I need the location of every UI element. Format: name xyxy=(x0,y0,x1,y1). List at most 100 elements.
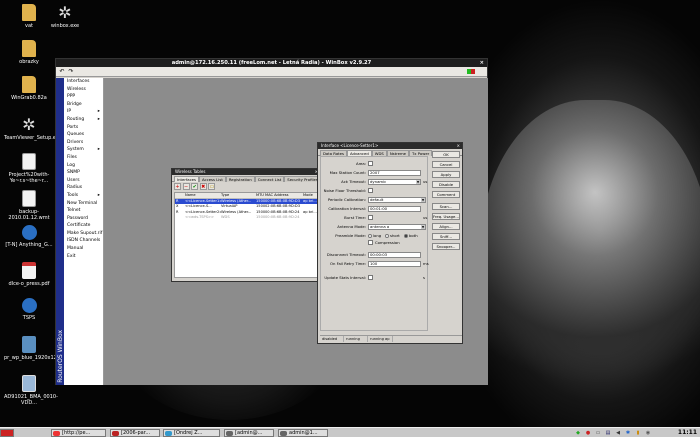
menu-item-exit[interactable]: Exit xyxy=(64,253,103,261)
desktop-icon[interactable]: WinGrab0.82a xyxy=(4,76,54,101)
menu-item-routing[interactable]: Routing ▸ xyxy=(64,116,103,124)
ok-button[interactable]: OK xyxy=(432,151,460,158)
comment-button[interactable]: Comment xyxy=(432,191,460,198)
winbox-menu: Interfaces Wireless PPP Bridge IP ▸ Routing ▸ Po… xyxy=(64,78,104,385)
tab-connect-list[interactable]: Connect List xyxy=(254,176,285,182)
start-menu-icon[interactable] xyxy=(0,429,14,437)
desktop-icon[interactable]: TSPS xyxy=(4,298,54,321)
disconnect-input[interactable]: 00:00:03 xyxy=(368,252,421,258)
menu-item-system[interactable]: System ▸ xyxy=(64,146,103,154)
tab-registration[interactable]: Registration xyxy=(225,176,255,182)
menu-item-snmp[interactable]: SNMP xyxy=(64,169,103,177)
update-stats-checkbox[interactable] xyxy=(368,275,373,280)
tab-access-list[interactable]: Access List xyxy=(198,176,226,182)
bluetooth-icon[interactable]: ✱ xyxy=(625,430,631,436)
on-fail-input[interactable]: 100 xyxy=(368,261,421,267)
desktop-icon[interactable]: [T-N] Anything_G... xyxy=(4,225,54,248)
chevron-down-icon[interactable]: ▼ xyxy=(421,198,425,202)
network-icon[interactable]: ◆ xyxy=(575,430,581,436)
disable-button[interactable]: ✖ xyxy=(199,183,207,190)
desktop-icon[interactable]: AD91021_BMA_0010-VDD... xyxy=(4,375,58,406)
menu-item-bridge[interactable]: Bridge xyxy=(64,101,103,109)
menu-item-telnet[interactable]: Telnet xyxy=(64,207,103,215)
tab-security-profiles[interactable]: Security Profiles xyxy=(284,176,321,182)
freq-usage-button[interactable]: Freq. Usage... xyxy=(432,213,460,220)
cal-interval-input[interactable]: 00:01:00 xyxy=(368,206,421,212)
menu-item-password[interactable]: Password xyxy=(64,215,103,223)
apply-button[interactable]: Apply xyxy=(432,171,460,178)
preamble-long-radio[interactable]: long xyxy=(368,233,381,239)
comment-button[interactable]: ▭ xyxy=(208,183,216,190)
flag-icon[interactable]: ▤ xyxy=(605,430,611,436)
align-button[interactable]: Align... xyxy=(432,223,460,230)
compression-checkbox[interactable] xyxy=(368,240,373,245)
app-icon xyxy=(21,298,37,313)
close-icon[interactable]: × xyxy=(480,59,484,67)
volume-icon[interactable]: ◀ xyxy=(615,430,621,436)
menu-item-make-supout-rif[interactable]: Make Supout.rif xyxy=(64,230,103,238)
periodic-cal-select[interactable]: default ▼ xyxy=(368,197,426,203)
disconnect-label: Disconnect Timeout: xyxy=(326,252,366,257)
max-station-input[interactable]: 2007 xyxy=(368,170,421,176)
menu-item-queues[interactable]: Queues xyxy=(64,131,103,139)
battery-icon[interactable]: ▮ xyxy=(635,430,641,436)
wireless-tables-title-bar[interactable]: Wireless Tables × xyxy=(172,169,320,175)
redo-icon[interactable]: ↷ xyxy=(67,68,75,75)
close-icon[interactable]: × xyxy=(457,143,460,149)
taskbar-task[interactable]: [http://pe... xyxy=(51,429,106,437)
taskbar-task[interactable]: [Ondrej Z... xyxy=(163,429,220,437)
antenna-mode-select[interactable]: antenna a ▼ xyxy=(368,224,426,230)
menu-item-certificate[interactable]: Certificate xyxy=(64,222,103,230)
desktop-icon[interactable]: Project%20with-Ye~r.s~the~r... xyxy=(4,153,54,184)
enable-button[interactable]: ✔ xyxy=(191,183,199,190)
chevron-down-icon[interactable]: ▼ xyxy=(421,225,425,229)
noise-floor-checkbox[interactable] xyxy=(368,188,373,193)
desktop-icon[interactable]: dlce-o_press.pdf xyxy=(4,262,54,287)
menu-item-drivers[interactable]: Drivers xyxy=(64,139,103,147)
sniff-button[interactable]: Sniff... xyxy=(432,233,460,240)
menu-item-ppp[interactable]: PPP xyxy=(64,93,103,101)
burst-time-checkbox[interactable] xyxy=(368,215,373,220)
desktop-icon[interactable]: obrazky xyxy=(4,40,54,65)
ack-timeout-select[interactable]: dynamic ▼ xyxy=(368,179,421,185)
area-checkbox[interactable] xyxy=(368,161,373,166)
taskbar-task[interactable]: [admin@... xyxy=(224,429,274,437)
table-row[interactable]: <<wds-TSPS>> WDS 1500 00:0B:6B:0B:9D:24 xyxy=(175,215,317,221)
preamble-short-radio[interactable]: short xyxy=(385,233,400,239)
menu-item-files[interactable]: Files xyxy=(64,154,103,162)
preamble-both-radio[interactable]: both xyxy=(404,233,418,239)
add-button[interactable]: + xyxy=(174,183,181,190)
menu-item-interfaces[interactable]: Interfaces xyxy=(64,78,103,86)
desktop-icon[interactable]: pr_wp_blue_1920x1200.jpg xyxy=(4,336,73,361)
power-icon[interactable]: ● xyxy=(585,430,591,436)
menu-item-wireless[interactable]: Wireless xyxy=(64,86,103,94)
remove-button[interactable]: − xyxy=(182,183,190,190)
monitor-icon[interactable]: ▭ xyxy=(595,430,601,436)
clock[interactable]: 11:11 xyxy=(678,429,697,437)
tab-interfaces[interactable]: Interfaces xyxy=(174,176,199,182)
taskbar-task[interactable]: [2006-par... xyxy=(110,429,160,437)
snooper-button[interactable]: Snooper... xyxy=(432,243,460,250)
chevron-down-icon[interactable]: ▼ xyxy=(416,180,420,184)
menu-item-tools[interactable]: Tools ▸ xyxy=(64,192,103,200)
desktop-icon[interactable]: backup-2010.01.12.wmt xyxy=(4,190,54,221)
menu-item-users[interactable]: Users xyxy=(64,177,103,185)
taskbar-task[interactable]: admin@1... xyxy=(278,429,328,437)
cancel-button[interactable]: Cancel xyxy=(432,161,460,168)
menu-item-isdn-channels[interactable]: ISDN Channels xyxy=(64,237,103,245)
chat-icon[interactable]: ◉ xyxy=(645,430,651,436)
menu-item-ip[interactable]: IP ▸ xyxy=(64,108,103,116)
interface-dialog-title-bar[interactable]: Interface <Licence-Setter1> × xyxy=(318,143,462,149)
scan-button[interactable]: Scan... xyxy=(432,203,460,210)
menu-item-new-terminal[interactable]: New Terminal xyxy=(64,200,103,208)
menu-item-manual[interactable]: Manual xyxy=(64,245,103,253)
menu-item-log[interactable]: Log xyxy=(64,162,103,170)
winbox-title-bar[interactable]: admin@172.16.250.11 (freeLom.net - Letná… xyxy=(56,59,487,67)
winbox-title: admin@172.16.250.11 (freeLom.net - Letná… xyxy=(171,60,372,66)
menu-item-radius[interactable]: Radius xyxy=(64,184,103,192)
undo-icon[interactable]: ↶ xyxy=(58,68,66,75)
desktop-icon[interactable]: ✲ TeamViewer_Setup.exe xyxy=(4,116,62,141)
desktop-icon[interactable]: ✲ winbox.exe xyxy=(40,4,90,29)
disable-button[interactable]: Disable xyxy=(432,181,460,188)
menu-item-ports[interactable]: Ports xyxy=(64,124,103,132)
